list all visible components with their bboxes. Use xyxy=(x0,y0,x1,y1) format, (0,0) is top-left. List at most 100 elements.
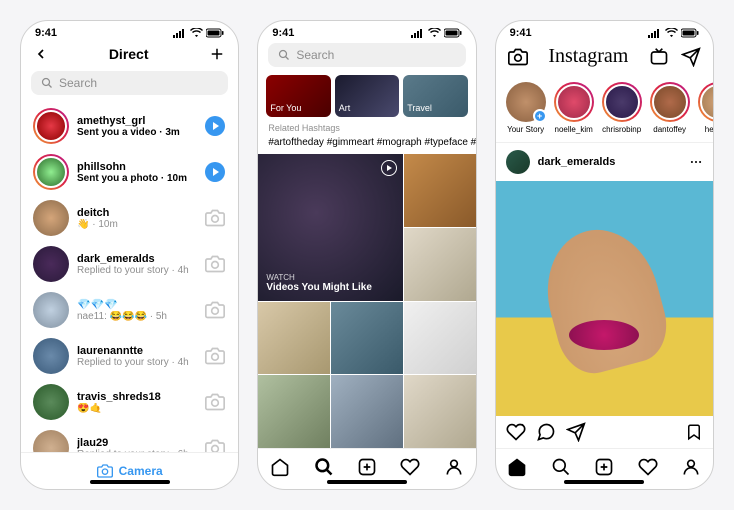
story-item[interactable]: chrisrobinp xyxy=(602,82,642,134)
explore-tile[interactable] xyxy=(404,228,476,301)
dm-row[interactable]: laurenanntteReplied to your story · 4h xyxy=(21,333,238,379)
dm-name: phillsohn xyxy=(77,161,196,173)
add-story-icon[interactable]: + xyxy=(533,109,547,123)
tab-home-icon[interactable] xyxy=(507,457,527,477)
post-avatar[interactable] xyxy=(506,150,530,174)
story-item[interactable]: heyach xyxy=(698,82,713,134)
watch-label: WATCH xyxy=(266,273,395,282)
dm-avatar[interactable] xyxy=(35,110,67,142)
more-icon[interactable] xyxy=(689,155,703,169)
dm-row[interactable]: 💎💎💎nae11: 😂😂😂 · 5h xyxy=(21,287,238,333)
camera-icon[interactable] xyxy=(508,47,528,67)
igtv-icon[interactable] xyxy=(649,47,669,67)
stories-row[interactable]: +Your Storynoelle_kimchrisrobinpdantoffe… xyxy=(496,76,713,143)
tab-home-icon[interactable] xyxy=(270,457,290,477)
tab-search-icon[interactable] xyxy=(551,457,571,477)
like-icon[interactable] xyxy=(506,422,526,442)
explore-tile[interactable] xyxy=(258,375,330,448)
bookmark-icon[interactable] xyxy=(685,422,703,442)
explore-tile[interactable] xyxy=(258,302,330,375)
logo[interactable]: Instagram xyxy=(548,45,628,68)
search-placeholder: Search xyxy=(296,48,334,62)
status-bar: 9:41 xyxy=(258,21,475,41)
dm-row[interactable]: phillsohnSent you a photo · 10m xyxy=(21,149,238,195)
dm-text: phillsohnSent you a photo · 10m xyxy=(77,161,196,184)
dm-avatar[interactable] xyxy=(33,430,69,452)
post-header[interactable]: dark_emeralds xyxy=(496,143,713,181)
dm-row[interactable]: deitch👋 · 10m xyxy=(21,195,238,241)
dm-row[interactable]: dark_emeraldsReplied to your story · 4h xyxy=(21,241,238,287)
story-label: heyach xyxy=(705,125,713,134)
camera-icon[interactable] xyxy=(204,437,226,452)
dm-avatar[interactable] xyxy=(33,200,69,236)
dm-sub: 😍🤙 xyxy=(77,403,196,414)
camera-icon[interactable] xyxy=(204,207,226,229)
explore-tile-featured[interactable]: WATCH Videos You Might Like xyxy=(258,154,403,301)
dm-name: laurenanntte xyxy=(77,345,196,357)
dm-sub: Replied to your story · 4h xyxy=(77,357,196,368)
camera-icon[interactable] xyxy=(204,299,226,321)
dm-text: laurenanntteReplied to your story · 4h xyxy=(77,345,196,368)
dm-avatar[interactable] xyxy=(35,156,67,188)
wifi-icon xyxy=(190,28,203,38)
story-avatar[interactable] xyxy=(602,82,642,122)
play-button[interactable] xyxy=(204,115,226,137)
tab-heart-icon[interactable] xyxy=(638,457,658,477)
play-button[interactable] xyxy=(204,161,226,183)
dm-text: jlau29Replied to your story · 6h xyxy=(77,437,196,453)
back-icon[interactable] xyxy=(33,46,49,62)
post-image[interactable] xyxy=(496,181,713,416)
camera-icon xyxy=(97,463,113,479)
camera-icon[interactable] xyxy=(204,345,226,367)
direct-nav: Direct xyxy=(21,41,238,71)
home-indicator[interactable] xyxy=(90,480,170,484)
tab-heart-icon[interactable] xyxy=(400,457,420,477)
dm-avatar[interactable] xyxy=(33,384,69,420)
category-row[interactable]: For You Art Travel xyxy=(258,75,475,123)
play-icon xyxy=(381,160,397,176)
dm-list[interactable]: amethyst_grlSent you a video · 3m phillso… xyxy=(21,103,238,452)
story-item[interactable]: dantoffey xyxy=(650,82,690,134)
comment-icon[interactable] xyxy=(536,422,556,442)
home-indicator[interactable] xyxy=(564,480,644,484)
story-avatar[interactable] xyxy=(650,82,690,122)
dm-row[interactable]: jlau29Replied to your story · 6h xyxy=(21,425,238,452)
explore-grid[interactable]: WATCH Videos You Might Like xyxy=(258,154,475,448)
explore-tile[interactable] xyxy=(331,302,403,375)
share-icon[interactable] xyxy=(566,422,586,442)
category-art[interactable]: Art xyxy=(335,75,399,117)
status-icons xyxy=(648,28,699,38)
explore-tile[interactable] xyxy=(404,302,476,375)
story-avatar[interactable]: + xyxy=(506,82,546,122)
explore-tile[interactable] xyxy=(404,375,476,448)
category-travel[interactable]: Travel xyxy=(403,75,467,117)
hashtags[interactable]: #artoftheday #gimmeart #mograph #typefac… xyxy=(258,137,475,154)
explore-tile[interactable] xyxy=(331,375,403,448)
status-icons xyxy=(411,28,462,38)
explore-tile[interactable] xyxy=(404,154,476,227)
dm-avatar[interactable] xyxy=(33,246,69,282)
tab-profile-icon[interactable] xyxy=(444,457,464,477)
status-icons xyxy=(173,28,224,38)
dm-row[interactable]: travis_shreds18😍🤙 xyxy=(21,379,238,425)
home-indicator[interactable] xyxy=(327,480,407,484)
dm-row[interactable]: amethyst_grlSent you a video · 3m xyxy=(21,103,238,149)
dm-avatar[interactable] xyxy=(33,292,69,328)
explore-search[interactable]: Search xyxy=(268,43,465,67)
category-for-you[interactable]: For You xyxy=(266,75,330,117)
camera-icon[interactable] xyxy=(204,391,226,413)
story-avatar[interactable] xyxy=(554,82,594,122)
story-avatar[interactable] xyxy=(698,82,713,122)
story-item[interactable]: +Your Story xyxy=(506,82,546,134)
dm-icon[interactable] xyxy=(681,47,701,67)
tab-search-icon[interactable] xyxy=(314,457,334,477)
story-item[interactable]: noelle_kim xyxy=(554,82,594,134)
dm-avatar[interactable] xyxy=(33,338,69,374)
tab-add-icon[interactable] xyxy=(357,457,377,477)
post-username[interactable]: dark_emeralds xyxy=(538,156,681,168)
tab-add-icon[interactable] xyxy=(594,457,614,477)
direct-search[interactable]: Search xyxy=(31,71,228,95)
camera-icon[interactable] xyxy=(204,253,226,275)
compose-icon[interactable] xyxy=(208,45,226,63)
tab-profile-icon[interactable] xyxy=(681,457,701,477)
